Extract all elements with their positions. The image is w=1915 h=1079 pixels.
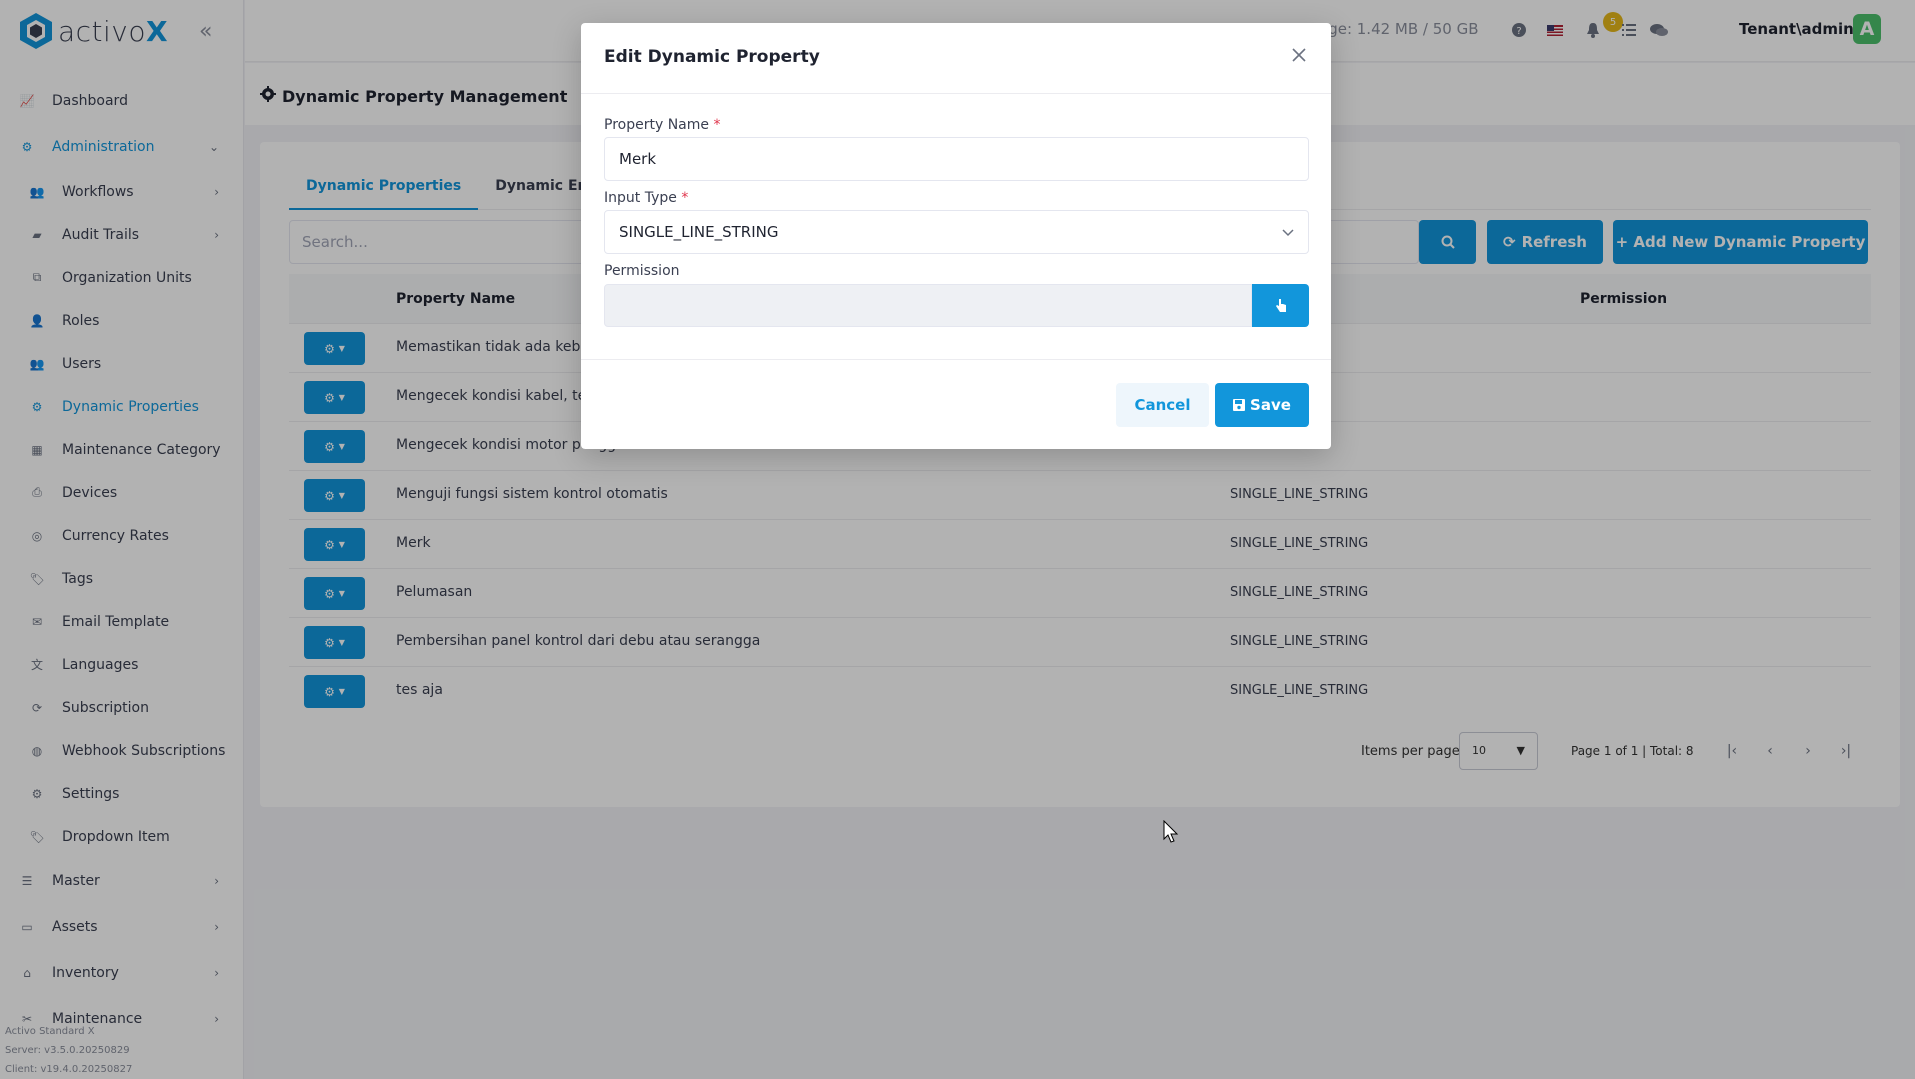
required-mark: * [713, 117, 721, 133]
modal-title: Edit Dynamic Property [604, 47, 820, 67]
required-mark: * [681, 190, 689, 206]
modal-header: Edit Dynamic Property [581, 23, 1331, 94]
modal-footer: Cancel Save [581, 359, 1331, 449]
permission-input[interactable] [604, 284, 1252, 327]
mouse-cursor-icon [1163, 819, 1179, 848]
property-name-label: Property Name * [604, 117, 721, 133]
pointer-hand-icon [1275, 299, 1286, 312]
input-type-select[interactable]: SINGLE_LINE_STRING [604, 210, 1309, 254]
save-label: Save [1250, 396, 1291, 414]
chevron-down-icon [1282, 211, 1294, 253]
close-icon[interactable] [1291, 47, 1311, 67]
cancel-button[interactable]: Cancel [1116, 383, 1209, 427]
permission-picker-button[interactable] [1252, 284, 1309, 327]
input-type-label: Input Type * [604, 190, 689, 206]
save-icon [1233, 399, 1246, 411]
input-type-value: SINGLE_LINE_STRING [619, 223, 779, 241]
property-name-input[interactable]: Merk [604, 137, 1309, 181]
save-button[interactable]: Save [1215, 383, 1309, 427]
edit-dynamic-property-modal: Edit Dynamic Property Property Name * Me… [581, 23, 1331, 449]
permission-label: Permission [604, 263, 680, 279]
